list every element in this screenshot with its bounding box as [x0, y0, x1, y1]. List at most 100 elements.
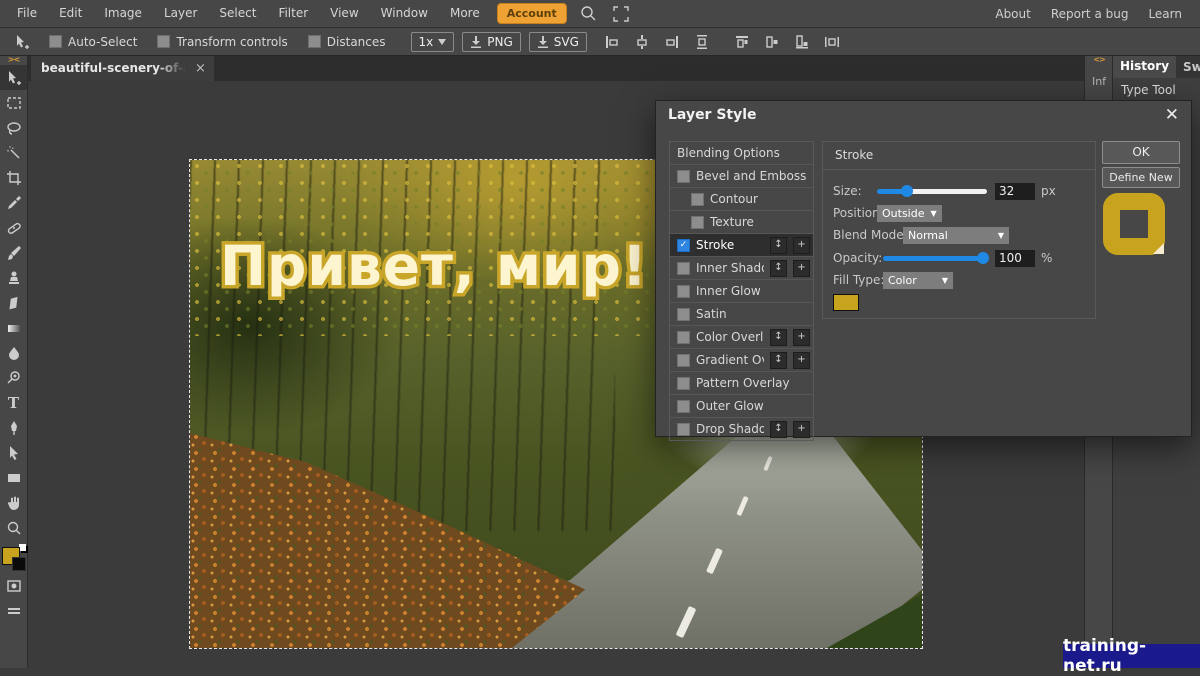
style-gradient-overlay[interactable]: Gradient Overlay ↕ +: [670, 349, 813, 372]
info-panel-tab[interactable]: Inf: [1085, 75, 1113, 88]
blend-mode-dropdown[interactable]: Normal ▼: [903, 227, 1009, 244]
auto-select-box[interactable]: [49, 35, 62, 48]
type-tool[interactable]: T: [0, 390, 27, 415]
canvas-text-layer[interactable]: Привет, мир!: [220, 234, 648, 298]
zoom-level-dropdown[interactable]: 1x: [411, 32, 455, 52]
stroke-add-button[interactable]: +: [793, 237, 810, 254]
crop-tool[interactable]: [0, 165, 27, 190]
menu-image[interactable]: Image: [93, 0, 153, 27]
style-pattern-overlay[interactable]: Pattern Overlay: [670, 372, 813, 395]
auto-select-checkbox[interactable]: Auto-Select: [49, 35, 137, 49]
menu-filter[interactable]: Filter: [267, 0, 319, 27]
close-tab-icon[interactable]: ×: [195, 61, 206, 76]
align-left-icon[interactable]: [604, 34, 620, 50]
distances-box[interactable]: [308, 35, 321, 48]
eraser-tool[interactable]: [0, 290, 27, 315]
style-blending-options[interactable]: Blending Options: [670, 142, 813, 165]
move-tool[interactable]: [0, 65, 27, 90]
color-overlay-checkbox[interactable]: [677, 331, 690, 344]
toolbar-collapse-icon[interactable]: ><: [0, 55, 27, 65]
lasso-tool[interactable]: [0, 115, 27, 140]
stroke-reorder-button[interactable]: ↕: [770, 237, 787, 254]
dialog-close-icon[interactable]: ✕: [1165, 105, 1179, 125]
position-dropdown[interactable]: Outside ▼: [877, 205, 942, 222]
pen-tool[interactable]: [0, 415, 27, 440]
fill-type-dropdown[interactable]: Color ▼: [883, 272, 953, 289]
style-contour[interactable]: Contour: [670, 188, 813, 211]
ok-button[interactable]: OK: [1102, 141, 1180, 164]
menu-window[interactable]: Window: [370, 0, 439, 27]
color-overlay-add-button[interactable]: +: [793, 329, 810, 346]
distribute-vertical-icon[interactable]: [694, 34, 710, 50]
eyedropper-tool[interactable]: [0, 190, 27, 215]
menu-view[interactable]: View: [319, 0, 369, 27]
size-input[interactable]: 32: [995, 183, 1035, 200]
export-svg-button[interactable]: SVG: [529, 32, 587, 52]
tab-history[interactable]: History: [1113, 55, 1176, 78]
gradient-overlay-checkbox[interactable]: [677, 354, 690, 367]
style-satin[interactable]: Satin: [670, 303, 813, 326]
about-link[interactable]: About: [985, 7, 1040, 21]
zoom-tool[interactable]: [0, 515, 27, 540]
size-slider-knob[interactable]: [901, 185, 913, 197]
style-stroke[interactable]: ✓ Stroke ↕ +: [670, 234, 813, 257]
opacity-slider[interactable]: [883, 256, 987, 261]
menu-edit[interactable]: Edit: [48, 0, 93, 27]
quick-mask-icon[interactable]: [0, 573, 27, 598]
export-png-button[interactable]: PNG: [462, 32, 521, 52]
magic-wand-tool[interactable]: [0, 140, 27, 165]
history-item[interactable]: Type Tool: [1113, 78, 1200, 102]
stroke-checkbox[interactable]: ✓: [677, 239, 690, 252]
brush-tool[interactable]: [0, 240, 27, 265]
outer-glow-checkbox[interactable]: [677, 400, 690, 413]
style-inner-glow[interactable]: Inner Glow: [670, 280, 813, 303]
define-new-button[interactable]: Define New: [1102, 167, 1180, 188]
drop-shadow-reorder-button[interactable]: ↕: [770, 421, 787, 438]
align-middle-icon[interactable]: [764, 34, 780, 50]
blur-tool[interactable]: [0, 340, 27, 365]
size-slider[interactable]: [877, 189, 987, 194]
distances-checkbox[interactable]: Distances: [308, 35, 386, 49]
drop-shadow-checkbox[interactable]: [677, 423, 690, 436]
rectangle-shape-tool[interactable]: [0, 465, 27, 490]
hand-tool[interactable]: [0, 490, 27, 515]
dodge-tool[interactable]: [0, 365, 27, 390]
dialog-titlebar[interactable]: Layer Style ✕: [656, 101, 1191, 129]
align-center-horizontal-icon[interactable]: [634, 34, 650, 50]
inner-glow-checkbox[interactable]: [677, 285, 690, 298]
style-drop-shadow[interactable]: Drop Shadow ↕ +: [670, 418, 813, 440]
search-icon[interactable]: [580, 5, 598, 23]
clone-stamp-tool[interactable]: [0, 265, 27, 290]
default-colors-icon[interactable]: [19, 544, 26, 551]
pattern-overlay-checkbox[interactable]: [677, 377, 690, 390]
style-texture[interactable]: Texture: [670, 211, 813, 234]
tab-swatches[interactable]: Swat: [1176, 60, 1200, 74]
document-tab[interactable]: beautiful-scenery-of-a-roa ×: [31, 55, 214, 81]
inner-shadow-add-button[interactable]: +: [793, 260, 810, 277]
rectangle-select-tool[interactable]: [0, 90, 27, 115]
panel-collapse-icon[interactable]: <>: [1085, 55, 1113, 65]
style-inner-shadow[interactable]: Inner Shadow ↕ +: [670, 257, 813, 280]
inner-shadow-checkbox[interactable]: [677, 262, 690, 275]
stroke-color-swatch[interactable]: [833, 294, 859, 311]
background-color-swatch[interactable]: [12, 557, 26, 571]
menu-select[interactable]: Select: [208, 0, 267, 27]
align-top-icon[interactable]: [734, 34, 750, 50]
distribute-horizontal-icon[interactable]: [824, 34, 840, 50]
inner-shadow-reorder-button[interactable]: ↕: [770, 260, 787, 277]
align-bottom-icon[interactable]: [794, 34, 810, 50]
color-overlay-reorder-button[interactable]: ↕: [770, 329, 787, 346]
color-swatches[interactable]: [0, 543, 27, 573]
gradient-overlay-add-button[interactable]: +: [793, 352, 810, 369]
gradient-tool[interactable]: [0, 315, 27, 340]
path-select-tool[interactable]: [0, 440, 27, 465]
menu-more[interactable]: More: [439, 0, 491, 27]
texture-checkbox[interactable]: [691, 216, 704, 229]
transform-controls-checkbox[interactable]: Transform controls: [157, 35, 287, 49]
menu-layer[interactable]: Layer: [153, 0, 208, 27]
account-button[interactable]: Account: [497, 3, 567, 24]
menu-file[interactable]: File: [6, 0, 48, 27]
opacity-slider-knob[interactable]: [977, 252, 989, 264]
contour-checkbox[interactable]: [691, 193, 704, 206]
style-color-overlay[interactable]: Color Overlay ↕ +: [670, 326, 813, 349]
